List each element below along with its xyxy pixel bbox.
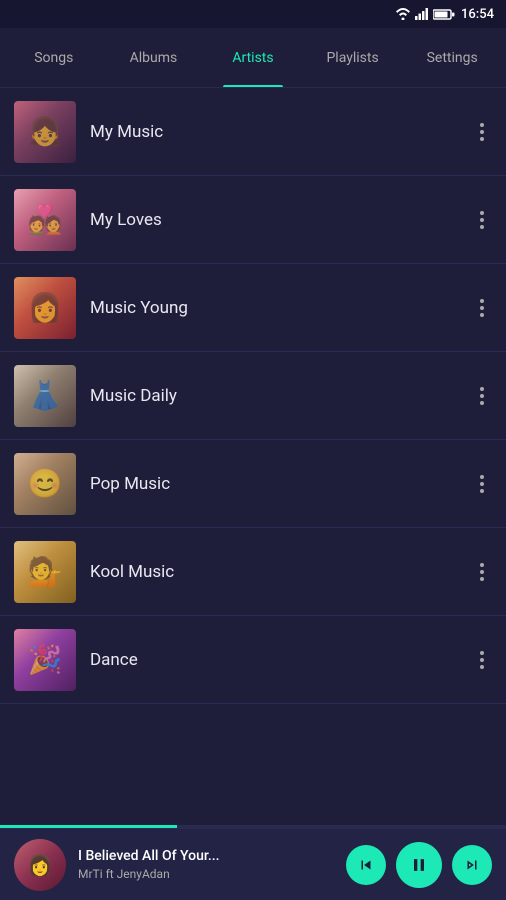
playlist-thumb: 😊	[14, 453, 76, 515]
list-item[interactable]: 👗 Music Daily	[0, 352, 506, 440]
rewind-button[interactable]	[346, 845, 386, 885]
playlist-name: Music Young	[90, 298, 458, 318]
list-item[interactable]: 👧 My Music	[0, 88, 506, 176]
list-item[interactable]: 😊 Pop Music	[0, 440, 506, 528]
now-playing-info: I Believed All Of Your... MrTi ft JenyAd…	[78, 848, 334, 881]
fast-forward-button[interactable]	[452, 845, 492, 885]
playlist-info: Pop Music	[76, 474, 472, 494]
scroll-indicator	[0, 825, 506, 828]
now-playing-thumb: 👩	[14, 839, 66, 891]
more-button[interactable]	[472, 115, 492, 149]
playlist-info: Music Young	[76, 298, 472, 318]
playlist-info: Music Daily	[76, 386, 472, 406]
playlist-name: My Loves	[90, 210, 458, 230]
nav-tabs: Songs Albums Artists Playlists Settings	[0, 28, 506, 88]
playlist-info: My Loves	[76, 210, 472, 230]
playlist-name: Music Daily	[90, 386, 458, 406]
playlist-info: Dance	[76, 650, 472, 670]
tab-settings[interactable]: Settings	[402, 28, 502, 87]
playlist-list: 👧 My Music 💑 My Loves 👩 Music Young	[0, 88, 506, 825]
now-playing-artist: MrTi ft JenyAdan	[78, 867, 334, 881]
wifi-icon	[395, 8, 411, 20]
list-item[interactable]: 🎉 Dance	[0, 616, 506, 704]
playlist-thumb: 🎉	[14, 629, 76, 691]
fast-forward-icon	[463, 856, 481, 874]
tab-albums[interactable]: Albums	[104, 28, 204, 87]
more-button[interactable]	[472, 203, 492, 237]
playlist-info: My Music	[76, 122, 472, 142]
playlist-name: Pop Music	[90, 474, 458, 494]
tab-songs[interactable]: Songs	[4, 28, 104, 87]
playlist-info: Kool Music	[76, 562, 472, 582]
rewind-icon	[357, 856, 375, 874]
playback-controls	[346, 842, 492, 888]
more-button[interactable]	[472, 555, 492, 589]
more-button[interactable]	[472, 379, 492, 413]
list-item[interactable]: 👩 Music Young	[0, 264, 506, 352]
tab-playlists[interactable]: Playlists	[303, 28, 403, 87]
playlist-name: Kool Music	[90, 562, 458, 582]
playlist-thumb: 👗	[14, 365, 76, 427]
status-time: 16:54	[461, 7, 494, 22]
playlist-name: Dance	[90, 650, 458, 670]
status-icons	[395, 8, 455, 20]
now-playing-title: I Believed All Of Your...	[78, 848, 334, 864]
playlist-thumb: 👧	[14, 101, 76, 163]
playlist-name: My Music	[90, 122, 458, 142]
tab-artists[interactable]: Artists	[203, 28, 303, 87]
scroll-progress	[0, 825, 177, 828]
list-item[interactable]: 💑 My Loves	[0, 176, 506, 264]
now-playing-bar: 👩 I Believed All Of Your... MrTi ft Jeny…	[0, 828, 506, 900]
battery-icon	[433, 9, 455, 20]
status-bar: 16:54	[0, 0, 506, 28]
pause-icon	[409, 855, 429, 875]
more-button[interactable]	[472, 643, 492, 677]
more-button[interactable]	[472, 467, 492, 501]
pause-button[interactable]	[396, 842, 442, 888]
playlist-thumb: 👩	[14, 277, 76, 339]
signal-icon	[415, 8, 429, 20]
playlist-thumb: 💁	[14, 541, 76, 603]
list-item[interactable]: 💁 Kool Music	[0, 528, 506, 616]
more-button[interactable]	[472, 291, 492, 325]
playlist-thumb: 💑	[14, 189, 76, 251]
